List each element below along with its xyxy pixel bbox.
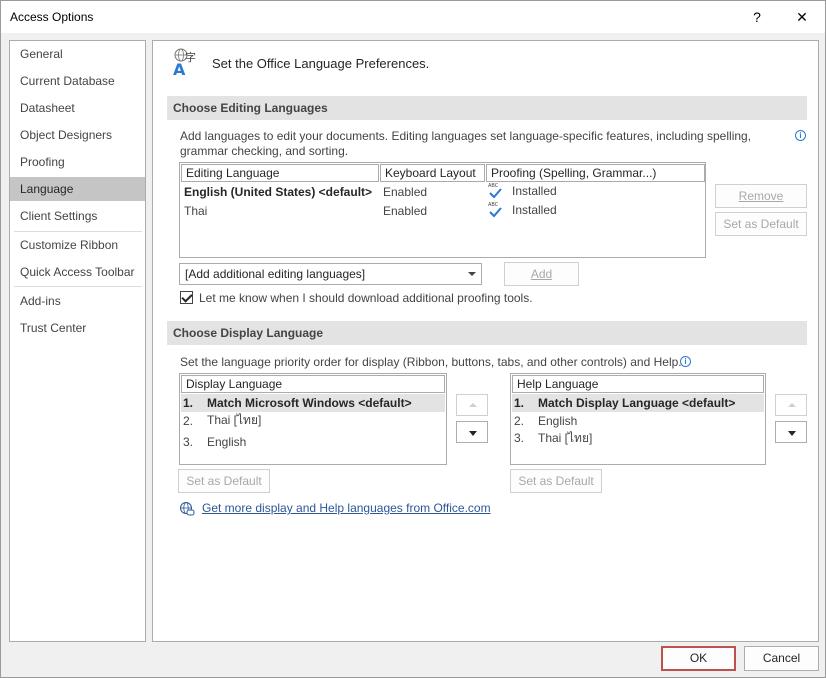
display-move-up-button[interactable]: [456, 394, 488, 416]
office-languages-link[interactable]: Get more display and Help languages from…: [202, 501, 491, 515]
remove-button[interactable]: Remove: [715, 184, 807, 208]
proofing-tools-checkbox-label[interactable]: Let me know when I should download addit…: [199, 291, 533, 305]
list-item-number: 2.: [514, 414, 525, 428]
set-as-default-help-button[interactable]: Set as Default: [510, 469, 602, 493]
ok-button[interactable]: OK: [661, 646, 736, 671]
column-header-editing-language[interactable]: Editing Language: [181, 164, 379, 182]
arrow-up-icon: [788, 403, 796, 407]
add-language-dropdown[interactable]: [Add additional editing languages]: [179, 263, 482, 285]
globe-link-icon: [179, 501, 195, 517]
abc-label: ABC: [488, 202, 499, 208]
set-as-default-display-button[interactable]: Set as Default: [178, 469, 270, 493]
sidebar-divider: [14, 286, 142, 287]
sidebar-item-quick-access-toolbar[interactable]: Quick Access Toolbar: [10, 260, 145, 284]
display-section-heading: Choose Display Language: [167, 321, 807, 345]
arrow-up-icon: [469, 403, 477, 407]
sidebar-item-datasheet[interactable]: Datasheet: [10, 96, 145, 120]
table-row-keyboard: Enabled: [383, 185, 428, 199]
column-header-keyboard-layout[interactable]: Keyboard Layout: [380, 164, 485, 182]
sidebar-item-general[interactable]: General: [10, 42, 145, 66]
sidebar-item-trust-center[interactable]: Trust Center: [10, 316, 145, 340]
editing-description-line2: grammar checking, and sorting.: [180, 144, 349, 158]
help-button[interactable]: ?: [742, 5, 772, 29]
display-move-down-button[interactable]: [456, 421, 488, 443]
help-move-up-button[interactable]: [775, 394, 807, 416]
list-item-number: 1.: [183, 396, 194, 410]
main-content: 字 A Set the Office Language Preferences.…: [152, 40, 819, 642]
svg-text:A: A: [173, 60, 186, 76]
list-item[interactable]: English: [538, 412, 577, 430]
access-options-dialog: Access Options ? ✕ General Current Datab…: [0, 0, 826, 678]
spelling-check-icon: ABC: [488, 182, 502, 200]
editing-languages-table[interactable]: Editing Language Keyboard Layout Proofin…: [179, 162, 706, 258]
set-as-default-editing-button[interactable]: Set as Default: [715, 212, 807, 236]
table-row-proofing: Installed: [512, 184, 557, 198]
chevron-down-icon: [468, 272, 476, 276]
title-bar: Access Options ? ✕: [1, 1, 825, 33]
list-item[interactable]: Thai [ไทย]: [207, 411, 261, 429]
sidebar-item-client-settings[interactable]: Client Settings: [10, 204, 145, 228]
info-icon[interactable]: i: [680, 356, 691, 367]
column-header-proofing[interactable]: Proofing (Spelling, Grammar...): [486, 164, 705, 182]
language-icon: 字 A: [173, 46, 197, 79]
page-title: Set the Office Language Preferences.: [212, 56, 430, 71]
abc-label: ABC: [488, 183, 499, 189]
list-item[interactable]: Match Display Language <default>: [538, 394, 735, 412]
spelling-check-icon: ABC: [488, 201, 502, 219]
list-item-number: 3.: [183, 435, 194, 449]
sidebar-item-customize-ribbon[interactable]: Customize Ribbon: [10, 233, 145, 257]
list-item-number: 2.: [183, 414, 194, 428]
table-row-language[interactable]: Thai: [184, 202, 207, 220]
list-item[interactable]: English: [207, 433, 246, 451]
proofing-tools-checkbox[interactable]: [180, 291, 193, 304]
svg-text:字: 字: [185, 50, 196, 64]
list-item-number: 3.: [514, 431, 525, 445]
list-item-number: 1.: [514, 396, 525, 410]
display-language-list[interactable]: Display Language 1. Match Microsoft Wind…: [179, 373, 447, 465]
column-header-help-language: Help Language: [512, 375, 764, 393]
sidebar-item-language[interactable]: Language: [10, 177, 145, 201]
arrow-down-icon: [469, 431, 477, 436]
arrow-down-icon: [788, 431, 796, 436]
sidebar-item-add-ins[interactable]: Add-ins: [10, 289, 145, 313]
sidebar-divider: [14, 231, 142, 232]
list-item[interactable]: Thai [ไทย]: [538, 429, 592, 447]
sidebar-nav: General Current Database Datasheet Objec…: [9, 40, 146, 642]
display-description: Set the language priority order for disp…: [180, 355, 682, 369]
list-item[interactable]: Match Microsoft Windows <default>: [207, 394, 412, 412]
editing-section-heading: Choose Editing Languages: [167, 96, 807, 120]
help-move-down-button[interactable]: [775, 421, 807, 443]
info-icon[interactable]: i: [795, 130, 806, 141]
sidebar-item-object-designers[interactable]: Object Designers: [10, 123, 145, 147]
table-row-keyboard: Enabled: [383, 204, 428, 218]
add-language-dropdown-value: [Add additional editing languages]: [185, 267, 366, 281]
help-language-list[interactable]: Help Language 1. Match Display Language …: [510, 373, 766, 465]
sidebar-item-current-database[interactable]: Current Database: [10, 69, 145, 93]
editing-description-line1: Add languages to edit your documents. Ed…: [180, 129, 752, 143]
add-button[interactable]: Add: [504, 262, 579, 286]
column-header-display-language: Display Language: [181, 375, 445, 393]
window-title: Access Options: [10, 10, 94, 24]
table-row-proofing: Installed: [512, 203, 557, 217]
sidebar-item-proofing[interactable]: Proofing: [10, 150, 145, 174]
table-row-language[interactable]: English (United States) <default>: [184, 183, 372, 201]
close-button[interactable]: ✕: [787, 5, 817, 29]
cancel-button[interactable]: Cancel: [744, 646, 819, 671]
